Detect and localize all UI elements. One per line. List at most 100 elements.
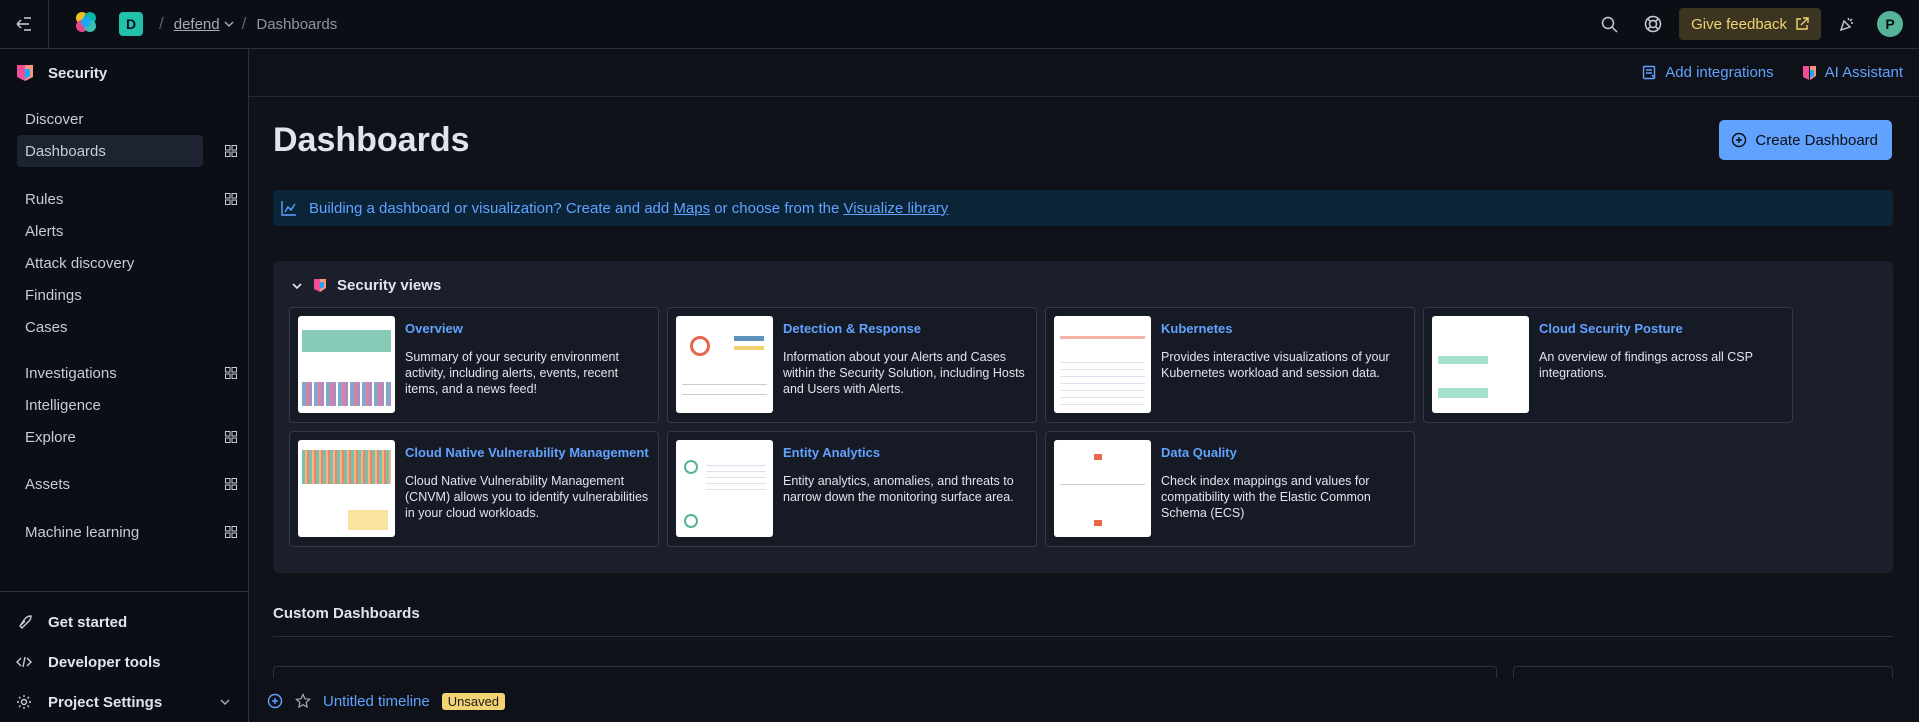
nav-item-attack-discovery[interactable]: Attack discovery: [17, 247, 231, 279]
visualize-app-icon: [281, 201, 296, 216]
cloud-security-posture-thumbnail: [1432, 316, 1529, 413]
dashboard-card-entity-analytics[interactable]: Entity Analytics Entity analytics, anoma…: [667, 431, 1037, 547]
card-title[interactable]: Cloud Native Vulnerability Management: [405, 445, 649, 460]
app-grid-icon[interactable]: [225, 145, 237, 157]
kubernetes-thumbnail: [1054, 316, 1151, 413]
help-button[interactable]: [1631, 2, 1675, 46]
add-timeline-icon[interactable]: [267, 693, 283, 709]
card-description: Cloud Native Vulnerability Management (C…: [405, 474, 649, 520]
dashboard-card-data-quality[interactable]: Data Quality Check index mappings and va…: [1045, 431, 1415, 547]
nav-label: Dashboards: [25, 142, 106, 160]
nav-label: Findings: [25, 286, 82, 304]
gear-icon: [17, 695, 31, 709]
card-description: Information about your Alerts and Cases …: [783, 350, 1025, 396]
cnvm-thumbnail: [298, 440, 395, 537]
project-name: defend: [173, 15, 220, 33]
detection-response-thumbnail: [676, 316, 773, 413]
create-dashboard-label: Create Dashboard: [1755, 131, 1878, 149]
unsaved-badge: Unsaved: [441, 692, 506, 710]
card-description: Provides interactive visualizations of y…: [1161, 350, 1390, 380]
app-grid-icon[interactable]: [225, 193, 237, 205]
breadcrumb-project[interactable]: defend: [174, 16, 234, 33]
dashboard-card-overview[interactable]: Overview Summary of your security enviro…: [289, 307, 659, 423]
nav-item-rules[interactable]: Rules: [17, 183, 237, 215]
space-avatar[interactable]: D: [119, 12, 143, 36]
card-description: An overview of findings across all CSP i…: [1539, 350, 1753, 380]
dashboard-card-detection-response[interactable]: Detection & Response Information about y…: [667, 307, 1037, 423]
help-lifebuoy-icon: [1644, 15, 1662, 33]
visualize-callout: Building a dashboard or visualization? C…: [273, 190, 1893, 226]
star-icon[interactable]: [295, 693, 311, 709]
app-menu-bar: Add integrations AI Assistant: [249, 49, 1919, 97]
nav-item-alerts[interactable]: Alerts: [17, 215, 231, 247]
give-feedback-button[interactable]: Give feedback: [1679, 8, 1821, 40]
app-grid-icon[interactable]: [225, 478, 237, 490]
dashboard-card-cloud-security-posture[interactable]: Cloud Security Posture An overview of fi…: [1423, 307, 1793, 423]
timeline-title[interactable]: Untitled timeline: [323, 693, 430, 710]
nav-label: Attack discovery: [25, 254, 135, 272]
give-feedback-label: Give feedback: [1691, 15, 1787, 33]
menu-collapse-icon: [16, 17, 31, 31]
app-grid-icon[interactable]: [225, 367, 237, 379]
visualize-library-link[interactable]: Visualize library: [844, 200, 949, 217]
divider: [273, 636, 1893, 637]
nav-item-intelligence[interactable]: Intelligence: [17, 389, 231, 421]
nav-item-get-started[interactable]: Get started: [0, 602, 249, 642]
entity-analytics-thumbnail: [676, 440, 773, 537]
nav-item-project-settings[interactable]: Project Settings: [0, 682, 249, 722]
nav-item-assets[interactable]: Assets: [17, 468, 237, 500]
chevron-down-icon: [224, 21, 234, 28]
app-grid-icon[interactable]: [225, 431, 237, 443]
dashboard-card-cnvm[interactable]: Cloud Native Vulnerability Management Cl…: [289, 431, 659, 547]
dashboard-card-kubernetes[interactable]: Kubernetes Provides interactive visualiz…: [1045, 307, 1415, 423]
maps-link[interactable]: Maps: [673, 200, 710, 217]
security-views-toggle[interactable]: Security views: [291, 277, 441, 294]
nav-label: Machine learning: [25, 523, 140, 541]
security-logo-icon: [314, 279, 326, 292]
collapse-nav-button[interactable]: [0, 0, 49, 49]
breadcrumb-separator: /: [159, 14, 164, 33]
chevron-down-icon[interactable]: [219, 696, 231, 708]
card-title[interactable]: Data Quality: [1161, 445, 1237, 460]
card-title[interactable]: Overview: [405, 321, 463, 336]
nav-item-dashboards[interactable]: Dashboards: [17, 135, 237, 167]
add-integrations-link[interactable]: Add integrations: [1642, 64, 1774, 81]
overview-thumbnail: [298, 316, 395, 413]
app-grid-icon[interactable]: [225, 526, 237, 538]
ai-assistant-label: AI Assistant: [1824, 64, 1903, 81]
nav-label: Rules: [25, 190, 64, 208]
solution-header[interactable]: Security: [0, 49, 248, 97]
card-title[interactable]: Cloud Security Posture: [1539, 321, 1683, 336]
nav-item-cases[interactable]: Cases: [17, 311, 231, 343]
breadcrumb-separator: /: [241, 14, 247, 33]
elastic-logo[interactable]: [73, 9, 99, 40]
callout-text: Building a dashboard or visualization? C…: [309, 200, 948, 217]
ai-assistant-button[interactable]: AI Assistant: [1802, 64, 1903, 81]
data-quality-thumbnail: [1054, 440, 1151, 537]
sidebar-footer: Get started Developer tools Project Sett…: [0, 591, 249, 722]
nav-item-machine-learning[interactable]: Machine learning: [17, 516, 237, 548]
card-description: Entity analytics, anomalies, and threats…: [783, 474, 1014, 504]
card-title[interactable]: Detection & Response: [783, 321, 921, 336]
nav-item-developer-tools[interactable]: Developer tools: [0, 642, 249, 682]
news-feed-button[interactable]: [1825, 2, 1869, 46]
integrations-icon: [1643, 65, 1656, 80]
plus-in-circle-icon: [1732, 132, 1747, 148]
solution-title: Security: [48, 64, 108, 82]
nav-label: Explore: [25, 428, 76, 446]
nav-label: Assets: [25, 475, 71, 493]
card-title[interactable]: Entity Analytics: [783, 445, 880, 460]
user-avatar[interactable]: P: [1877, 11, 1903, 37]
security-views-panel: Security views Overview Summary of your …: [273, 261, 1893, 573]
nav-label: Alerts: [25, 222, 64, 240]
nav-item-investigations[interactable]: Investigations: [17, 357, 237, 389]
nav-label: Project Settings: [48, 693, 163, 711]
nav-item-explore[interactable]: Explore: [17, 421, 237, 453]
nav-item-discover[interactable]: Discover: [17, 103, 231, 135]
card-title[interactable]: Kubernetes: [1161, 321, 1233, 336]
nav-item-findings[interactable]: Findings: [17, 279, 231, 311]
create-dashboard-button[interactable]: Create Dashboard: [1719, 120, 1892, 160]
nav-label: Cases: [25, 318, 68, 336]
search-button[interactable]: [1587, 2, 1631, 46]
custom-dashboards-heading: Custom Dashboards: [273, 605, 420, 622]
